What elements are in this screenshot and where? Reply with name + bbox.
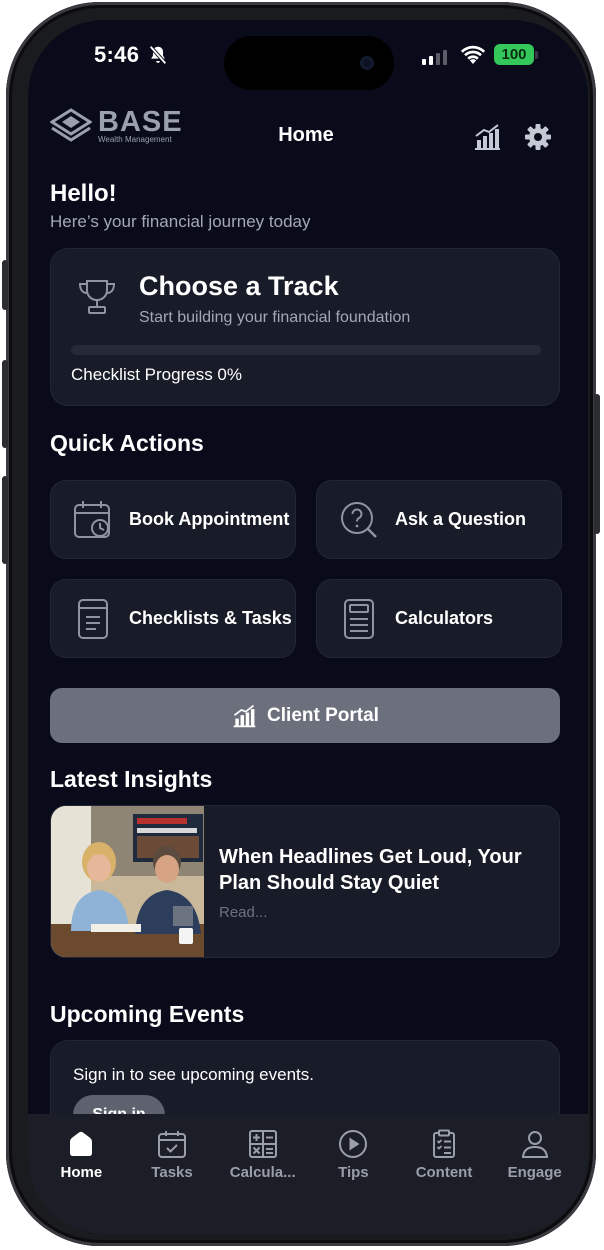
client-portal-button[interactable]: Client Portal bbox=[50, 688, 560, 743]
volume-down-button bbox=[2, 476, 8, 564]
insight-read-link[interactable]: Read... bbox=[219, 904, 267, 921]
client-portal-label: Client Portal bbox=[267, 704, 379, 726]
checklists-tasks-button[interactable]: Checklists & Tasks bbox=[50, 579, 296, 658]
tab-calculators[interactable]: Calcula... bbox=[217, 1114, 308, 1234]
analytics-icon[interactable] bbox=[472, 122, 502, 152]
upcoming-events-title: Upcoming Events bbox=[50, 1001, 245, 1027]
battery-tip bbox=[535, 51, 538, 59]
volume-up-button bbox=[2, 360, 8, 448]
quick-actions-title: Quick Actions bbox=[50, 430, 204, 456]
logo-tagline: Wealth Management bbox=[98, 135, 172, 144]
battery-indicator: 100 bbox=[494, 44, 534, 65]
chart-icon bbox=[233, 704, 256, 727]
insight-card[interactable]: When Headlines Get Loud, Your Plan Shoul… bbox=[50, 805, 560, 958]
front-camera bbox=[360, 56, 374, 70]
tab-calculators-label: Calcula... bbox=[229, 1164, 296, 1181]
book-appointment-label: Book Appointment bbox=[129, 509, 290, 529]
question-icon bbox=[341, 501, 377, 538]
progress-label: Checklist Progress 0% bbox=[71, 365, 243, 384]
calculators-label: Calculators bbox=[395, 608, 494, 628]
bottom-tab-bar: Home Tasks Calcula... Tips Content Engag… bbox=[28, 1114, 588, 1234]
play-icon bbox=[339, 1130, 368, 1158]
calculator-icon bbox=[248, 1130, 277, 1158]
greeting-subtitle: Here’s your financial journey today bbox=[50, 212, 311, 231]
tab-content-label: Content bbox=[415, 1164, 473, 1181]
tab-tasks[interactable]: Tasks bbox=[127, 1114, 218, 1234]
tab-home[interactable]: Home bbox=[36, 1114, 127, 1234]
person-icon bbox=[521, 1131, 548, 1158]
tab-engage-label: Engage bbox=[507, 1164, 562, 1181]
checklists-tasks-label: Checklists & Tasks bbox=[129, 608, 292, 628]
clipboard-icon bbox=[433, 1129, 456, 1158]
logo-wordmark: BASE bbox=[98, 106, 183, 138]
checklist-progress-bar bbox=[71, 345, 541, 355]
status-time: 5:46 bbox=[94, 42, 140, 67]
track-subtitle: Start building your financial foundation bbox=[139, 309, 411, 326]
calendar-icon bbox=[74, 500, 110, 538]
logo-mark-icon bbox=[50, 108, 92, 142]
insight-title: When Headlines Get Loud, Your Plan Shoul… bbox=[219, 846, 522, 894]
tasks-icon bbox=[158, 1131, 186, 1158]
events-message: Sign in to see upcoming events. bbox=[73, 1065, 314, 1084]
home-icon bbox=[70, 1131, 93, 1156]
page-title: Home bbox=[278, 124, 334, 146]
tab-engage[interactable]: Engage bbox=[489, 1114, 580, 1234]
tab-tips[interactable]: Tips bbox=[308, 1114, 399, 1234]
trophy-icon bbox=[78, 280, 116, 314]
settings-gear-icon[interactable] bbox=[523, 122, 553, 152]
choose-track-card[interactable]: Choose a Track Start building your finan… bbox=[50, 248, 560, 406]
greeting-title: Hello! bbox=[50, 180, 117, 207]
action-button bbox=[2, 260, 8, 310]
dynamic-island bbox=[224, 36, 394, 90]
ask-question-label: Ask a Question bbox=[395, 509, 527, 529]
latest-insights-title: Latest Insights bbox=[50, 766, 213, 792]
phone-frame: 5:46 100 BASE Wealth Management Home Hel… bbox=[2, 2, 600, 1246]
base-logo[interactable]: BASE Wealth Management bbox=[50, 108, 183, 144]
checklist-icon bbox=[78, 598, 108, 639]
bell-off-icon bbox=[149, 45, 167, 65]
tab-tips-label: Tips bbox=[338, 1164, 369, 1181]
power-button bbox=[594, 394, 600, 534]
ask-question-button[interactable]: Ask a Question bbox=[316, 480, 562, 559]
tab-home-label: Home bbox=[60, 1164, 103, 1181]
tab-tasks-label: Tasks bbox=[151, 1164, 193, 1181]
book-appointment-button[interactable]: Book Appointment bbox=[50, 480, 296, 559]
insight-thumbnail bbox=[51, 806, 204, 957]
track-title: Choose a Track bbox=[139, 271, 339, 301]
tab-content[interactable]: Content bbox=[399, 1114, 490, 1234]
calculators-button[interactable]: Calculators bbox=[316, 579, 562, 658]
cellular-signal-icon bbox=[422, 49, 447, 65]
screen: 5:46 100 BASE Wealth Management Home Hel… bbox=[28, 20, 588, 1234]
wifi-icon bbox=[460, 45, 486, 64]
calculator-icon bbox=[344, 598, 374, 639]
